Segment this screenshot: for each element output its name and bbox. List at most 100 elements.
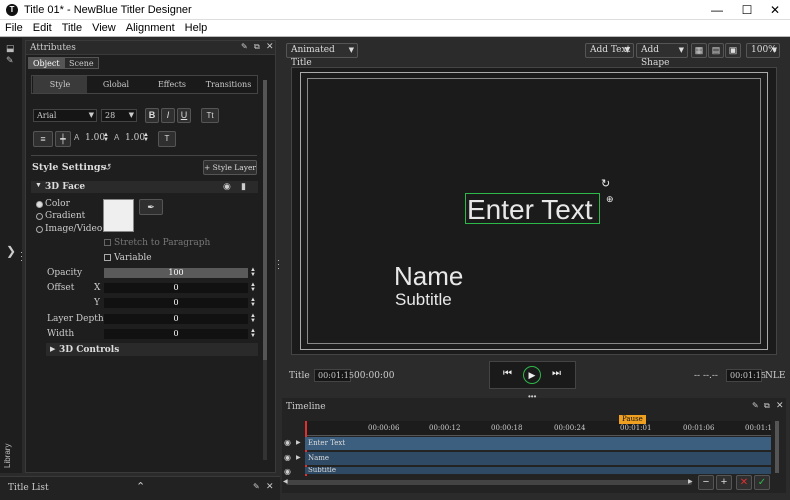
close-panel-icon[interactable]: ✕ (776, 400, 784, 411)
radio-image-video[interactable] (36, 226, 43, 233)
skip-forward-icon[interactable]: ⏭ (552, 368, 561, 379)
track-name[interactable]: Name (305, 452, 771, 465)
expand-icon[interactable]: ▶ (50, 345, 55, 353)
menu-file[interactable]: File (0, 20, 28, 37)
enter-text-object[interactable]: Enter Text (467, 194, 593, 226)
pin-icon[interactable]: ✎ (752, 401, 759, 410)
rotate-handle-icon[interactable]: ↻ (601, 177, 610, 190)
menu-alignment[interactable]: Alignment (121, 20, 180, 37)
play-icon[interactable]: ▶ (523, 366, 541, 384)
tab-scene[interactable]: Scene (64, 57, 99, 69)
radio-color[interactable] (36, 201, 43, 208)
float-icon[interactable]: ⧉ (764, 401, 770, 411)
reset-style-icon[interactable]: ↺ (104, 162, 112, 173)
close-button[interactable]: ✕ (760, 0, 790, 20)
edit-icon[interactable]: ✎ (6, 55, 14, 66)
fit-view-icon[interactable]: ▣ (725, 43, 741, 58)
expand-library-icon[interactable]: ❯ (6, 244, 16, 258)
offset-x-input[interactable]: 0 (104, 283, 248, 293)
color-swatch[interactable] (103, 199, 134, 232)
tab-object[interactable]: Object (28, 57, 65, 69)
grid-icon[interactable]: ▦ (691, 43, 707, 58)
move-handle-icon[interactable]: ⊕ (606, 194, 614, 205)
italic-button[interactable]: I (161, 108, 175, 123)
bold-button[interactable]: B (145, 108, 159, 123)
preset-select[interactable]: Animated Title ▼ (286, 43, 358, 68)
scroll-right-icon[interactable]: ▶ (688, 478, 693, 485)
add-text-button[interactable]: Add Text ▼ (585, 43, 634, 58)
timeline-hscrollbar[interactable] (286, 480, 692, 485)
subtab-global[interactable]: Global (89, 76, 143, 93)
opacity-stepper[interactable]: ▲ ▼ (250, 267, 256, 278)
width-input[interactable]: 0 (104, 329, 248, 339)
timeline-vscrollbar[interactable] (775, 421, 779, 473)
font-select[interactable]: Arial ▼ (33, 109, 97, 122)
title-duration-input[interactable]: 00:01:15 (314, 369, 354, 382)
panel-scrollbar[interactable] (263, 80, 267, 460)
offset-y-stepper[interactable]: ▲ ▼ (250, 297, 256, 308)
skip-back-icon[interactable]: ⏮ (503, 368, 512, 379)
radio-gradient[interactable] (36, 213, 43, 220)
stretch-checkbox[interactable] (104, 239, 111, 246)
close-panel-icon[interactable]: ✕ (266, 41, 274, 52)
cancel-icon[interactable]: ✕ (736, 475, 752, 490)
splitter-grip-icon[interactable]: · · · (20, 248, 23, 265)
pin-icon[interactable]: ✎ (253, 482, 260, 491)
variable-checkbox[interactable] (104, 254, 111, 261)
char-spacing-stepper[interactable]: ▲ ▼ (143, 132, 149, 143)
chevron-up-icon[interactable]: ⌃ (136, 480, 145, 493)
name-text-object[interactable]: Name (394, 261, 463, 292)
zoom-select[interactable]: 100% ▼ (746, 43, 780, 58)
layer-depth-input[interactable]: 0 (104, 314, 248, 324)
pin-icon[interactable]: ✎ (241, 42, 248, 51)
vertical-align-icon[interactable]: ┿ (55, 131, 71, 147)
expand-icon[interactable]: ▶ (296, 454, 301, 461)
align-left-icon[interactable]: ≡ (33, 131, 53, 147)
subtab-transitions[interactable]: Transitions (201, 76, 256, 93)
safe-area-icon[interactable]: ▤ (708, 43, 724, 58)
line-spacing-stepper[interactable]: ▲ ▼ (103, 132, 109, 143)
splitter-grip-icon[interactable]: ••• (528, 392, 536, 401)
text-transform-button[interactable]: T (158, 131, 176, 147)
track-subtitle[interactable]: Subtitle (305, 467, 771, 474)
track-enter-text[interactable]: Enter Text (305, 437, 771, 450)
visibility-eye-icon[interactable]: ◉ (284, 438, 291, 447)
end-time-input[interactable]: 00:01:15 (726, 369, 766, 382)
delete-icon[interactable]: ▮ (241, 181, 246, 192)
opacity-slider[interactable]: 100 (104, 268, 248, 278)
pause-marker[interactable]: Pause (619, 415, 646, 424)
menu-title[interactable]: Title (57, 20, 87, 37)
scroll-left-icon[interactable]: ◀ (283, 478, 288, 485)
subtab-style[interactable]: Style (33, 76, 87, 93)
underline-button[interactable]: U (177, 108, 191, 123)
maximize-button[interactable]: ☐ (732, 0, 762, 20)
layer-depth-stepper[interactable]: ▲ ▼ (250, 313, 256, 324)
visibility-eye-icon[interactable]: ◉ (284, 467, 291, 476)
menu-help[interactable]: Help (180, 20, 213, 37)
visibility-eye-icon[interactable]: ◉ (284, 453, 291, 462)
collapse-icon[interactable]: ▼ (35, 182, 42, 189)
menu-view[interactable]: View (87, 20, 121, 37)
float-icon[interactable]: ⧉ (254, 42, 260, 52)
text-case-button[interactable]: Tt (201, 108, 219, 123)
subtitle-text-object[interactable]: Subtitle (395, 290, 452, 310)
confirm-icon[interactable]: ✓ (754, 475, 770, 490)
zoom-out-button[interactable]: − (698, 475, 714, 490)
pin-icon[interactable]: ⬓ (6, 43, 15, 54)
zoom-in-button[interactable]: + (716, 475, 732, 490)
splitter-grip-icon[interactable]: · · · (277, 256, 280, 273)
font-size-select[interactable]: 28 ▼ (101, 109, 137, 122)
eyedropper-icon[interactable]: ✒ (139, 199, 163, 215)
subtab-effects[interactable]: Effects (145, 76, 199, 93)
add-shape-button[interactable]: Add Shape ▼ (636, 43, 688, 68)
style-layer-button[interactable]: + Style Layer (203, 160, 257, 175)
visibility-eye-icon[interactable]: ◉ (223, 181, 231, 192)
expand-icon[interactable]: ▶ (296, 439, 301, 446)
offset-y-input[interactable]: 0 (104, 298, 248, 308)
width-stepper[interactable]: ▲ ▼ (250, 328, 256, 339)
close-panel-icon[interactable]: ✕ (266, 481, 274, 492)
offset-x-stepper[interactable]: ▲ ▼ (250, 282, 256, 293)
minimize-button[interactable]: — (702, 0, 732, 20)
menu-edit[interactable]: Edit (28, 20, 57, 37)
library-label[interactable]: Library (3, 444, 12, 468)
